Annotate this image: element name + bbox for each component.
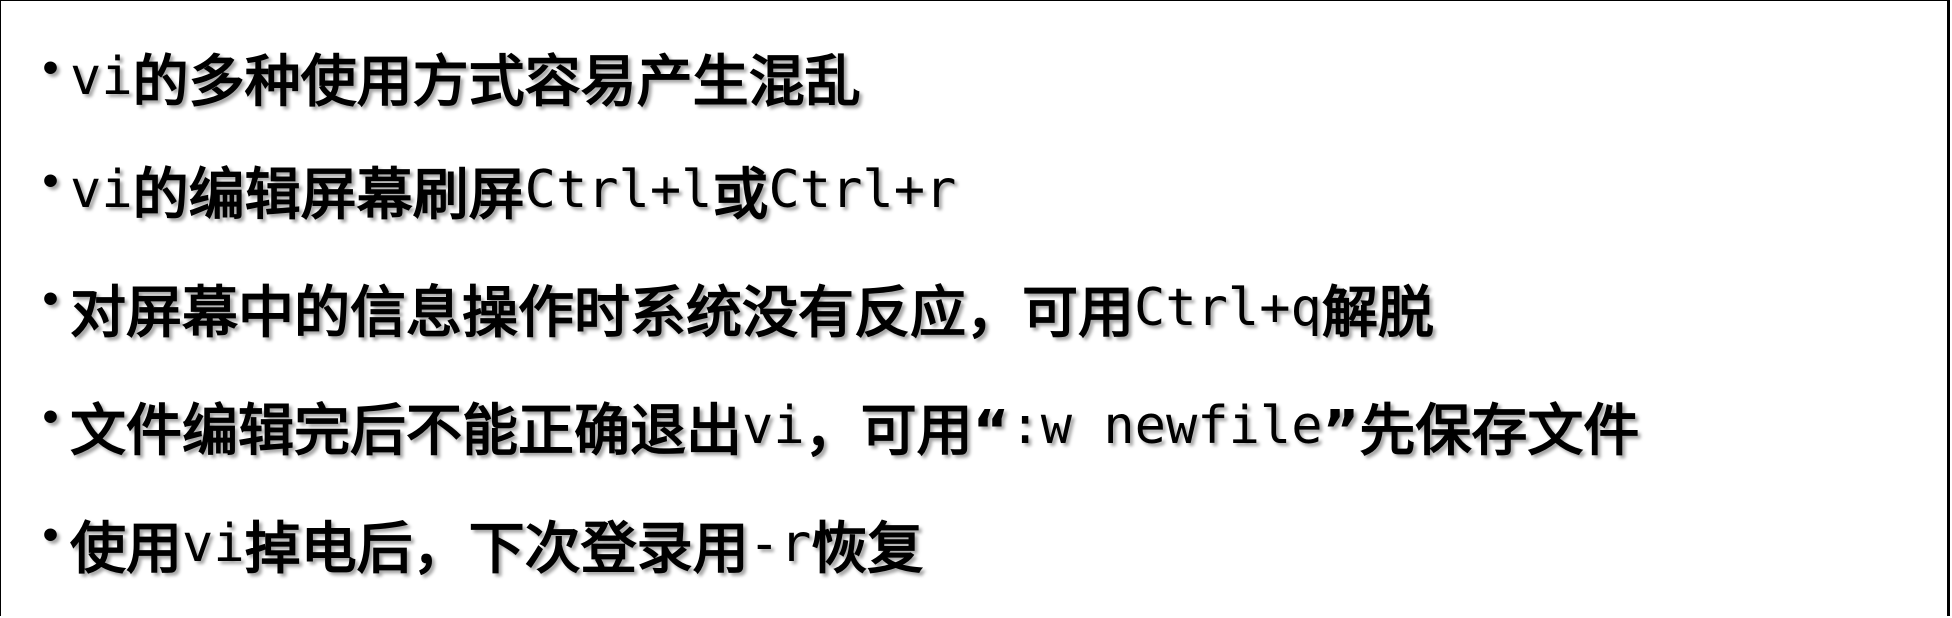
bullet-dot-icon: • xyxy=(39,397,63,439)
bullet-1-text-1: vi xyxy=(70,47,133,107)
bullet-2-text-4: 或 xyxy=(712,162,769,228)
bullet-3-text-1: 对屏幕中的信息操作时系统没有反应，可用 xyxy=(70,280,1135,346)
bullet-dot-icon: • xyxy=(39,161,63,203)
bullet-dot-icon: • xyxy=(39,515,63,557)
bullet-5-text-1: 使用 xyxy=(70,516,183,582)
slide-frame: • vi 的多种使用方式容易产生混乱 • vi 的编辑屏幕刷屏 Ctrl+l 或… xyxy=(0,0,1950,616)
bullet-5-text-2: vi xyxy=(182,514,245,574)
bullet-4-text-4: :w newfile xyxy=(1009,396,1323,456)
bullet-item-5: • 使用 vi 掉电后，下次登录用 -r 恢复 xyxy=(39,485,1639,603)
bullet-1-text-2: 的多种使用方式容易产生混乱 xyxy=(132,49,861,115)
bullet-item-2: • vi 的编辑屏幕刷屏 Ctrl+l 或 Ctrl+r xyxy=(39,131,1639,249)
bullet-5-text-3: 掉电后，下次登录用 xyxy=(244,516,749,582)
bullet-5-text-5: 恢复 xyxy=(811,516,924,582)
bullet-list: • vi 的多种使用方式容易产生混乱 • vi 的编辑屏幕刷屏 Ctrl+l 或… xyxy=(39,23,1639,603)
bullet-4-text-1: 文件编辑完后不能正确退出 xyxy=(70,398,743,464)
bullet-2-text-5: Ctrl+r xyxy=(768,160,957,220)
bullet-dot-icon: • xyxy=(39,48,63,90)
bullet-2-text-1: vi xyxy=(70,160,133,220)
bullet-3-text-2: Ctrl+q xyxy=(1134,278,1322,338)
bullet-3-text-3: 解脱 xyxy=(1321,280,1434,346)
bullet-2-text-2: 的编辑屏幕刷屏 xyxy=(132,162,525,228)
bullet-item-4: • 文件编辑完后不能正确退出 vi ，可用“ :w newfile ”先保存文件 xyxy=(39,367,1639,485)
bullet-item-3: • 对屏幕中的信息操作时系统没有反应，可用 Ctrl+q 解脱 xyxy=(39,249,1639,367)
bullet-4-text-5: ”先保存文件 xyxy=(1322,398,1640,464)
bullet-4-text-2: vi xyxy=(742,396,805,456)
bullet-4-text-3: ，可用“ xyxy=(804,398,1010,464)
bullet-2-text-3: Ctrl+l xyxy=(524,160,713,220)
bullet-5-text-4: -r xyxy=(748,514,812,574)
bullet-dot-icon: • xyxy=(39,279,63,321)
bullet-item-1: • vi 的多种使用方式容易产生混乱 xyxy=(39,23,1639,131)
